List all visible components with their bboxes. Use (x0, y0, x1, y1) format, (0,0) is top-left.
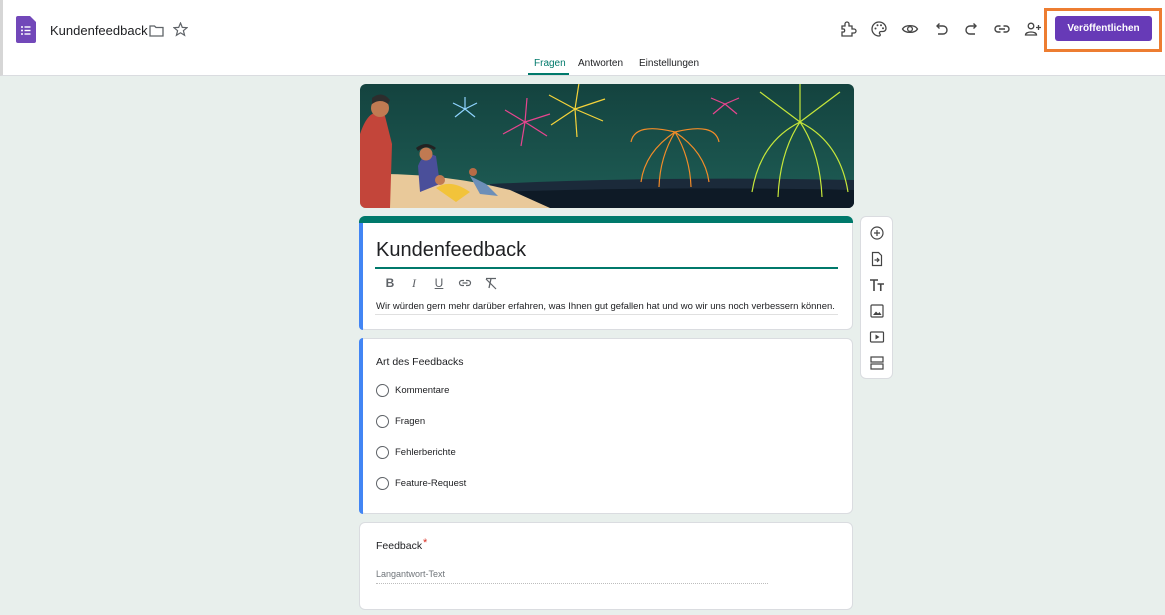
bold-button[interactable]: B (383, 276, 397, 290)
question-title[interactable]: Feedback (376, 540, 422, 552)
publish-button[interactable]: Veröffentlichen (1055, 16, 1152, 41)
question-card-feedback-type[interactable]: Art des Feedbacks Kommentare Fragen Fehl… (359, 338, 853, 514)
option-label: Kommentare (395, 385, 450, 396)
add-question-icon[interactable] (869, 225, 885, 241)
fireworks-header-image (360, 84, 854, 208)
tab-responses[interactable]: Antworten (578, 58, 623, 69)
form-title[interactable]: Kundenfeedback (376, 239, 526, 262)
add-title-icon[interactable] (869, 277, 885, 293)
palette-icon[interactable] (870, 20, 888, 38)
italic-button[interactable]: I (407, 276, 421, 290)
add-video-icon[interactable] (869, 329, 885, 345)
long-answer-field[interactable]: Langantwort-Text (376, 569, 768, 584)
clear-format-icon[interactable] (484, 276, 498, 290)
link-icon[interactable] (458, 276, 472, 290)
selected-card-indicator (359, 338, 363, 514)
theme-accent-bar (359, 216, 853, 223)
radio-button[interactable] (376, 477, 389, 490)
required-asterisk: * (423, 537, 428, 549)
top-bar: Kundenfeedback Veröffentlichen Fragen An… (0, 0, 1165, 76)
description-underline (375, 314, 838, 315)
radio-button[interactable] (376, 446, 389, 459)
redo-icon[interactable] (963, 20, 981, 38)
question-card-feedback[interactable]: Feedback * Langantwort-Text (359, 522, 853, 610)
tab-settings[interactable]: Einstellungen (639, 58, 699, 69)
link-icon[interactable] (993, 20, 1011, 38)
tab-questions[interactable]: Fragen (534, 58, 566, 69)
addons-icon[interactable] (839, 20, 857, 38)
undo-icon[interactable] (932, 20, 950, 38)
option-label: Feature-Request (395, 478, 467, 489)
forms-logo-icon[interactable] (16, 16, 36, 43)
active-tab-indicator (528, 73, 569, 75)
star-icon[interactable] (173, 22, 188, 37)
form-description[interactable]: Wir würden gern mehr darüber erfahren, w… (376, 301, 835, 312)
document-title[interactable]: Kundenfeedback (50, 23, 148, 38)
import-questions-icon[interactable] (869, 251, 885, 267)
option-label: Fehlerberichte (395, 447, 456, 458)
add-image-icon[interactable] (869, 303, 885, 319)
underline-button[interactable]: U (432, 276, 446, 290)
selected-card-indicator (359, 223, 363, 330)
preview-icon[interactable] (901, 20, 919, 38)
floating-toolbar (860, 216, 893, 379)
option-label: Fragen (395, 416, 426, 427)
title-underline (375, 267, 838, 269)
folder-icon[interactable] (149, 24, 164, 37)
question-title[interactable]: Art des Feedbacks (376, 356, 464, 368)
radio-button[interactable] (376, 415, 389, 428)
radio-button[interactable] (376, 384, 389, 397)
add-collaborator-icon[interactable] (1024, 20, 1042, 38)
form-title-card[interactable]: Kundenfeedback B I U Wir würden gern meh… (359, 216, 853, 330)
add-section-icon[interactable] (869, 355, 885, 371)
